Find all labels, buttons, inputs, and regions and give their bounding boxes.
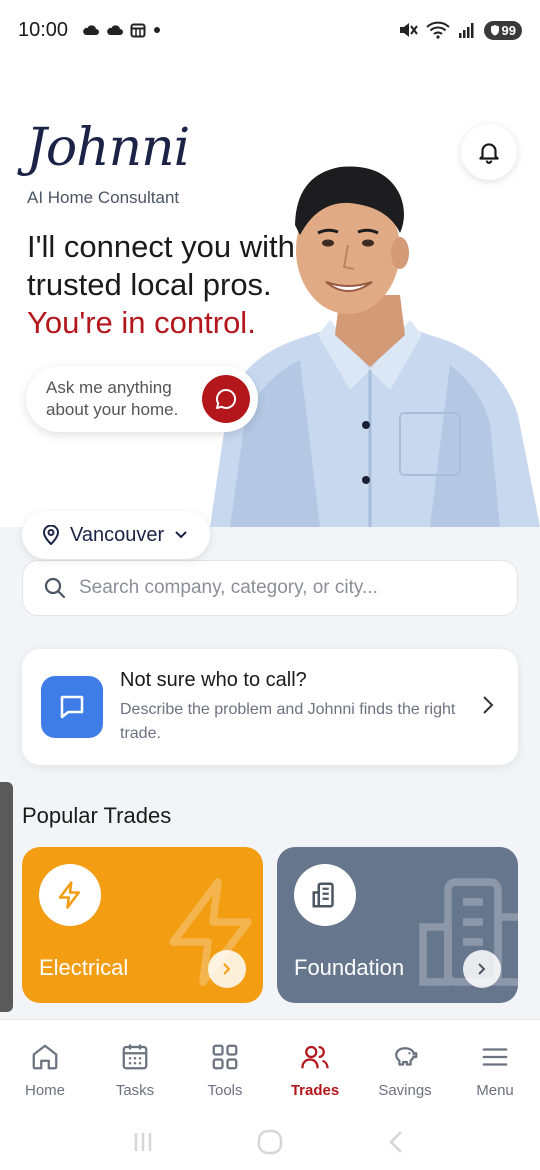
building-icon	[294, 864, 356, 926]
lightning-watermark-icon	[169, 878, 252, 986]
home-icon	[32, 1044, 58, 1070]
help-card-title: Not sure who to call?	[120, 668, 307, 691]
dot-icon	[154, 27, 161, 33]
nav-label: Tasks	[115, 1082, 155, 1099]
nav-label: Tools	[207, 1082, 243, 1099]
location-selector[interactable]: Vancouver	[22, 511, 210, 559]
battery-indicator: 99	[483, 20, 522, 40]
nav-item-savings[interactable]: Savings	[360, 1020, 450, 1114]
location-city: Vancouver	[70, 523, 165, 546]
chevron-right-icon	[483, 696, 494, 714]
chevron-right-icon	[463, 950, 501, 988]
nav-item-home[interactable]: Home	[0, 1020, 90, 1114]
brand-logo: Johnni	[26, 118, 190, 178]
search-bar[interactable]	[22, 560, 518, 616]
building-watermark-icon	[419, 878, 518, 986]
hero-section: Johnni AI Home Consultant I'll connect y…	[0, 60, 540, 527]
trade-label: Electrical	[39, 955, 129, 980]
back-icon[interactable]	[384, 1129, 410, 1155]
chevron-right-icon	[208, 950, 246, 988]
nav-item-trades[interactable]: Trades	[270, 1020, 360, 1114]
recent-apps-icon[interactable]	[130, 1129, 156, 1155]
popular-trades-heading: Popular Trades	[22, 803, 172, 828]
battery-level: 99	[501, 22, 516, 38]
home-button-icon[interactable]	[256, 1128, 284, 1156]
nav-label: Savings	[378, 1082, 432, 1099]
calendar-icon	[122, 1044, 148, 1070]
nav-item-tools[interactable]: Tools	[180, 1020, 270, 1114]
message-square-icon	[41, 676, 103, 738]
nav-item-tasks[interactable]: Tasks	[90, 1020, 180, 1114]
chevron-down-icon	[175, 531, 187, 539]
trade-label: Foundation	[294, 955, 405, 980]
nav-label: Home	[24, 1082, 65, 1099]
brand-subtitle: AI Home Consultant	[27, 188, 180, 207]
nav-label: Menu	[476, 1082, 514, 1099]
status-time: 10:00	[18, 18, 69, 41]
ask-prompt: Ask me anything about your home.	[46, 378, 179, 419]
help-card-description: Describe the problem and Johnni finds th…	[120, 700, 456, 742]
trade-card-electrical[interactable]: Electrical	[22, 847, 263, 1003]
wifi-icon	[425, 21, 450, 39]
location-pin-icon	[42, 525, 60, 545]
menu-icon	[482, 1048, 508, 1066]
search-input[interactable]	[79, 577, 479, 599]
bottom-nav: Home Tasks Tools Trades Savings Menu	[0, 1019, 540, 1114]
users-icon	[301, 1045, 329, 1069]
lightning-icon	[39, 864, 101, 926]
bell-icon	[479, 143, 499, 164]
status-bar: 10:00 99	[0, 0, 540, 60]
piggy-bank-icon	[395, 1047, 418, 1066]
notifications-button[interactable]	[461, 124, 517, 180]
cloud-icon	[83, 25, 100, 35]
mute-icon	[399, 23, 418, 37]
main-content: Vancouver Not sure who to call? Describe…	[0, 511, 540, 1019]
not-sure-card[interactable]: Not sure who to call? Describe the probl…	[22, 649, 518, 765]
grid-icon	[212, 1044, 238, 1070]
chat-icon	[202, 375, 250, 423]
calendar-icon	[130, 23, 146, 38]
system-navigation-bar	[0, 1114, 540, 1170]
shield-icon	[490, 25, 499, 36]
cloud-icon	[107, 25, 124, 35]
nav-item-menu[interactable]: Menu	[450, 1020, 540, 1114]
trade-card-foundation[interactable]: Foundation	[277, 847, 518, 1003]
edge-panel-handle[interactable]	[0, 782, 13, 1012]
search-icon	[44, 577, 66, 599]
signal-icon	[458, 23, 474, 38]
consultant-photo	[210, 166, 540, 527]
ask-johnni-button[interactable]: Ask me anything about your home.	[26, 366, 258, 432]
nav-label: Trades	[290, 1082, 340, 1099]
